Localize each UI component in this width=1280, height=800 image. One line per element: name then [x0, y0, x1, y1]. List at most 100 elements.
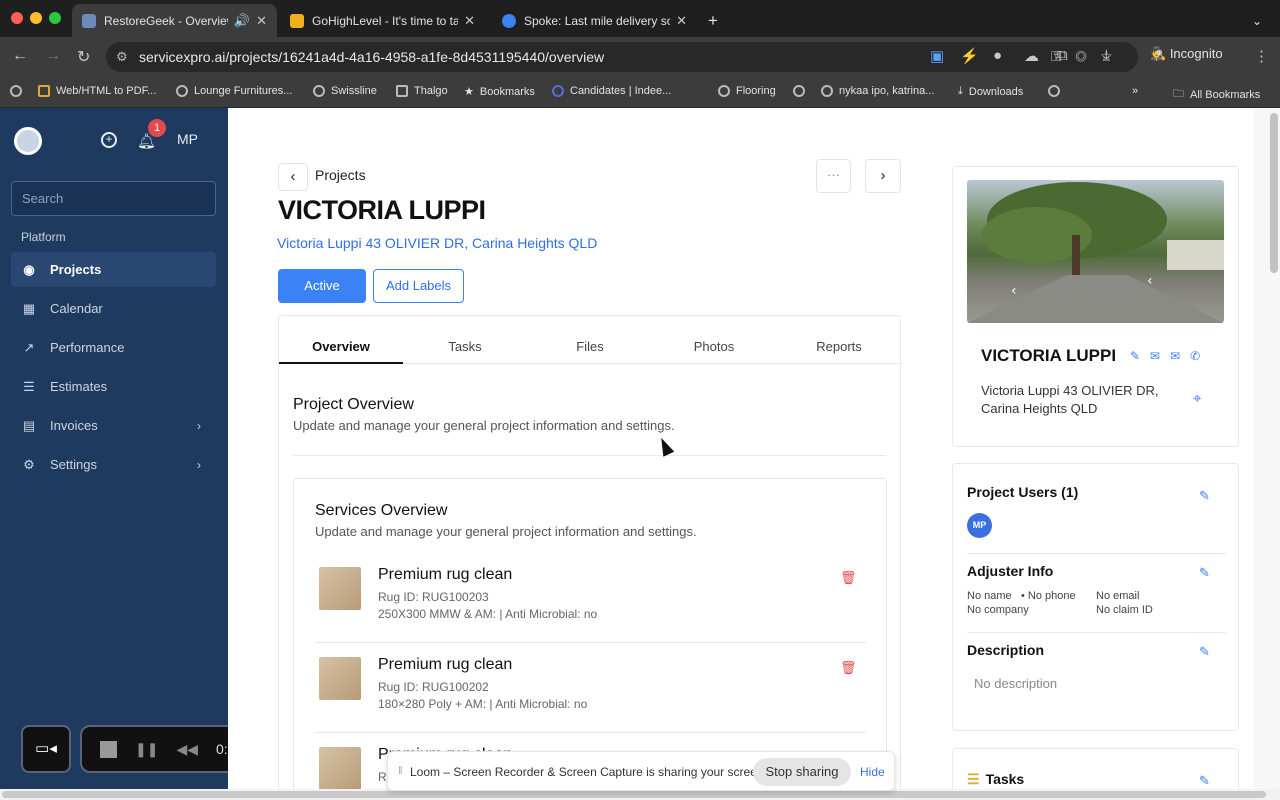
menu-kebab-icon[interactable]: ⋮ [1254, 47, 1269, 65]
browser-tab-gohighlevel[interactable]: GoHighLevel - It's time to tak ✕ [280, 4, 485, 37]
close-tab-icon[interactable]: ✕ [256, 13, 267, 29]
rewind-icon[interactable]: ◀◀ [176, 741, 198, 758]
bookmark-item[interactable]: Swissline [313, 85, 377, 97]
extension-icon[interactable]: ▣ [930, 47, 944, 65]
back-arrow-icon[interactable]: ← [12, 47, 28, 65]
bookmark-item[interactable]: Lounge Furnitures... [176, 85, 292, 97]
tab-overview[interactable]: Overview [279, 339, 403, 354]
favicon-icon [82, 13, 96, 28]
app-sidebar: + 🔔︎ 1 MP Search Platform ◉ Projects ▦ Cal… [0, 108, 353, 800]
section-title: Project Overview [293, 396, 414, 413]
project-address-link[interactable]: Victoria Luppi 43 OLIVIER DR, Carina Hei… [277, 235, 597, 251]
sidebar-item-calendar[interactable]: ▦ Calendar [11, 291, 216, 326]
camera-toggle-button[interactable]: ▭◂ [21, 725, 71, 773]
sidebar-search-input[interactable]: Search [11, 181, 216, 216]
browser-toolbar: ← → ↻ ⚙ servicexpro.ai/projects/16241a4d… [0, 37, 1280, 77]
sidebar-item-label: Performance [50, 340, 125, 355]
sidebar-item-settings[interactable]: ⚙ Settings › [11, 447, 216, 482]
services-subtitle: Update and manage your general project i… [315, 524, 697, 539]
bookmark-item[interactable]: ★ Bookmarks [464, 85, 535, 99]
app-logo[interactable] [14, 127, 42, 155]
list-item[interactable]: Premium rug clean Rug ID: RUG100202 180×… [315, 644, 866, 733]
extensions-puzzle-icon[interactable]: ⧉ [1057, 47, 1068, 64]
divider [293, 455, 886, 456]
user-avatar[interactable]: MP [967, 513, 992, 538]
bookmark-globe-icon[interactable] [793, 85, 811, 97]
forward-arrow-icon[interactable]: → [45, 47, 61, 65]
bookmark-item[interactable]: Web/HTML to PDF... [38, 85, 156, 97]
tab-search-chevron-icon[interactable]: ⌄ [1248, 4, 1266, 37]
pause-icon[interactable]: ❚❚ [135, 741, 158, 758]
back-button[interactable]: ‹ [278, 163, 308, 191]
trash-icon[interactable]: 🗑︎ [840, 660, 857, 676]
tab-files[interactable]: Files [528, 339, 652, 354]
extension-cloud-icon[interactable]: ☁ [1024, 47, 1039, 65]
edit-pencil-icon[interactable]: ✎ [1199, 565, 1210, 581]
stop-sharing-button[interactable]: Stop sharing [753, 758, 851, 786]
reload-icon[interactable]: ↻ [77, 47, 90, 67]
add-labels-button[interactable]: Add Labels [373, 269, 464, 303]
new-tab-plus-icon[interactable]: + [700, 4, 726, 37]
gear-icon: ⚙ [23, 456, 35, 472]
service-name: Premium rug clean [378, 656, 513, 673]
edit-pencil-icon[interactable]: ✎ [1199, 488, 1210, 504]
browser-tab-restoregeek[interactable]: RestoreGeek - Overview 🔊 ✕ [72, 4, 277, 37]
bookmark-globe-icon[interactable] [1048, 85, 1066, 97]
bookmark-item[interactable]: nykaa ipo, katrina... [821, 85, 934, 97]
download-icon[interactable]: ⤓ [1103, 47, 1110, 64]
client-action-icons[interactable]: ✎✉✉✆ [1130, 349, 1210, 363]
project-info-card: Project Users (1) ✎ MP Adjuster Info ✎ N… [952, 463, 1239, 731]
minimize-window-button[interactable] [30, 12, 42, 24]
breadcrumb[interactable]: Projects [315, 167, 366, 183]
tab-tasks[interactable]: Tasks [403, 339, 527, 354]
extension-avatar-icon[interactable]: ● [993, 47, 1002, 64]
bookmark-item[interactable]: Candidates | Indee... [552, 85, 671, 97]
more-bookmarks-chevron-icon[interactable]: » [1132, 85, 1138, 97]
maximize-window-button[interactable] [49, 12, 61, 24]
trash-icon[interactable]: 🗑︎ [840, 570, 857, 586]
extension-bolt-icon[interactable]: ⚡ [960, 47, 979, 65]
sidebar-item-invoices[interactable]: ▤ Invoices › [11, 408, 216, 443]
bookmark-globe-icon[interactable] [10, 85, 28, 97]
page-title: VICTORIA LUPPI [278, 195, 486, 225]
more-options-button[interactable]: ··· [816, 159, 851, 193]
horizontal-scrollbar-thumb[interactable] [2, 791, 1266, 798]
bookmark-item[interactable]: Flooring [718, 85, 776, 97]
browser-tab-spoke[interactable]: Spoke: Last mile delivery soft ✕ [492, 4, 697, 37]
next-button[interactable]: › [865, 159, 901, 193]
all-bookmarks-folder[interactable]: 🗀 All Bookmarks [1173, 85, 1260, 104]
video-camera-icon: ▭◂ [35, 740, 57, 757]
close-tab-icon[interactable]: ✕ [676, 13, 687, 29]
adjuster-phone: • No phone [1021, 590, 1076, 602]
rug-thumbnail [319, 747, 361, 790]
site-settings-icon[interactable]: ⚙ [116, 49, 128, 65]
add-plus-icon[interactable]: + [101, 132, 117, 148]
hide-banner-link[interactable]: Hide [860, 765, 885, 779]
sidebar-item-projects[interactable]: ◉ Projects [11, 252, 216, 287]
tab-photos[interactable]: Photos [652, 339, 776, 354]
sidebar-item-estimates[interactable]: ☰ Estimates [11, 369, 216, 404]
vertical-scrollbar-thumb[interactable] [1270, 113, 1278, 273]
status-active-button[interactable]: Active [278, 269, 366, 303]
bookmark-item[interactable]: ⤓ Downloads [958, 85, 1023, 98]
bookmark-item[interactable]: Thalgo [396, 85, 448, 97]
street-view-image[interactable]: ‹ ‹ [967, 180, 1224, 323]
close-tab-icon[interactable]: ✕ [464, 13, 475, 29]
map-pin-icon[interactable]: ⌖ [1193, 390, 1201, 407]
edit-pencil-icon[interactable]: ✎ [1199, 773, 1210, 789]
chevron-right-icon: › [880, 167, 886, 184]
sidebar-item-performance[interactable]: ↗ Performance [11, 330, 216, 365]
star-icon: ★ [464, 86, 474, 98]
close-window-button[interactable] [11, 12, 23, 24]
list-item[interactable]: Premium rug clean Rug ID: RUG100203 250X… [315, 554, 866, 643]
incognito-indicator[interactable]: 🕵 Incognito [1150, 46, 1223, 62]
user-avatar[interactable]: MP [177, 131, 198, 147]
edit-pencil-icon[interactable]: ✎ [1199, 644, 1210, 660]
address-bar[interactable]: ⚙ servicexpro.ai/projects/16241a4d-4a16-… [106, 42, 1138, 72]
tab-title: GoHighLevel - It's time to tak [312, 13, 459, 28]
drag-handle-icon[interactable]: ‖ [398, 765, 403, 777]
chevron-right-icon: › [197, 457, 201, 472]
svg-text:‹: ‹ [1011, 283, 1017, 299]
stop-recording-icon[interactable] [100, 740, 117, 758]
tab-reports[interactable]: Reports [777, 339, 901, 354]
